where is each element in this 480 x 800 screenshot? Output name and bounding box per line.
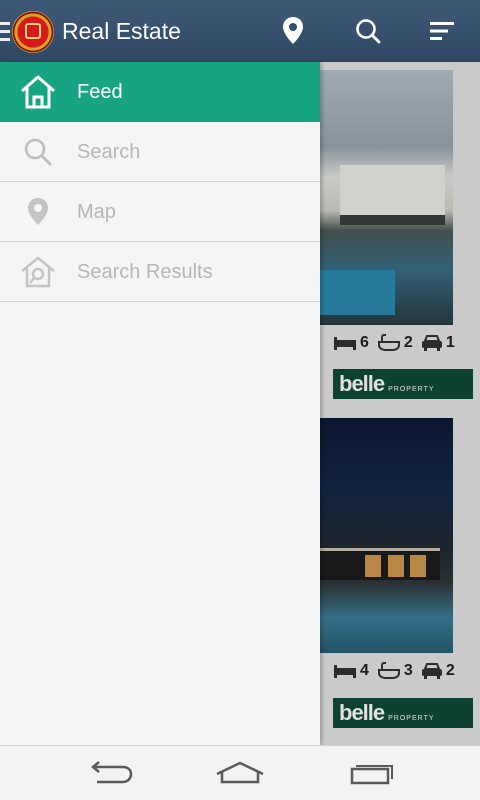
location-pin-icon [283, 17, 303, 44]
home-icon [18, 74, 58, 110]
recent-apps-icon [350, 765, 393, 785]
app-title: Real Estate [62, 18, 181, 44]
drawer-item-label: Map [77, 201, 116, 223]
drawer-toggle-icon[interactable] [0, 22, 10, 42]
drawer-item-feed[interactable]: Feed [0, 62, 320, 122]
filter-icon [430, 22, 454, 40]
home-button[interactable] [210, 758, 270, 788]
search-house-icon [18, 254, 58, 290]
drawer-item-label: Search Results [77, 261, 213, 283]
search-button[interactable] [351, 14, 385, 48]
drawer-item-label: Search [77, 141, 141, 163]
recent-apps-button[interactable] [340, 758, 400, 788]
location-pin-icon [18, 194, 58, 230]
filter-button[interactable] [425, 14, 459, 48]
back-icon [91, 761, 133, 784]
search-icon [356, 19, 381, 44]
drawer-item-label: Feed [77, 81, 123, 103]
back-button[interactable] [80, 758, 140, 788]
home-icon [216, 761, 264, 784]
navigation-drawer: Feed Search Map Search Results [0, 62, 320, 745]
system-navigation-bar [0, 745, 480, 800]
app-bar: Real Estate [0, 0, 480, 62]
drawer-item-search[interactable]: Search [0, 122, 320, 182]
app-logo [12, 11, 54, 53]
search-icon [18, 134, 58, 170]
drawer-item-search-results[interactable]: Search Results [0, 242, 320, 302]
location-pin-button[interactable] [276, 14, 310, 48]
drawer-item-map[interactable]: Map [0, 182, 320, 242]
